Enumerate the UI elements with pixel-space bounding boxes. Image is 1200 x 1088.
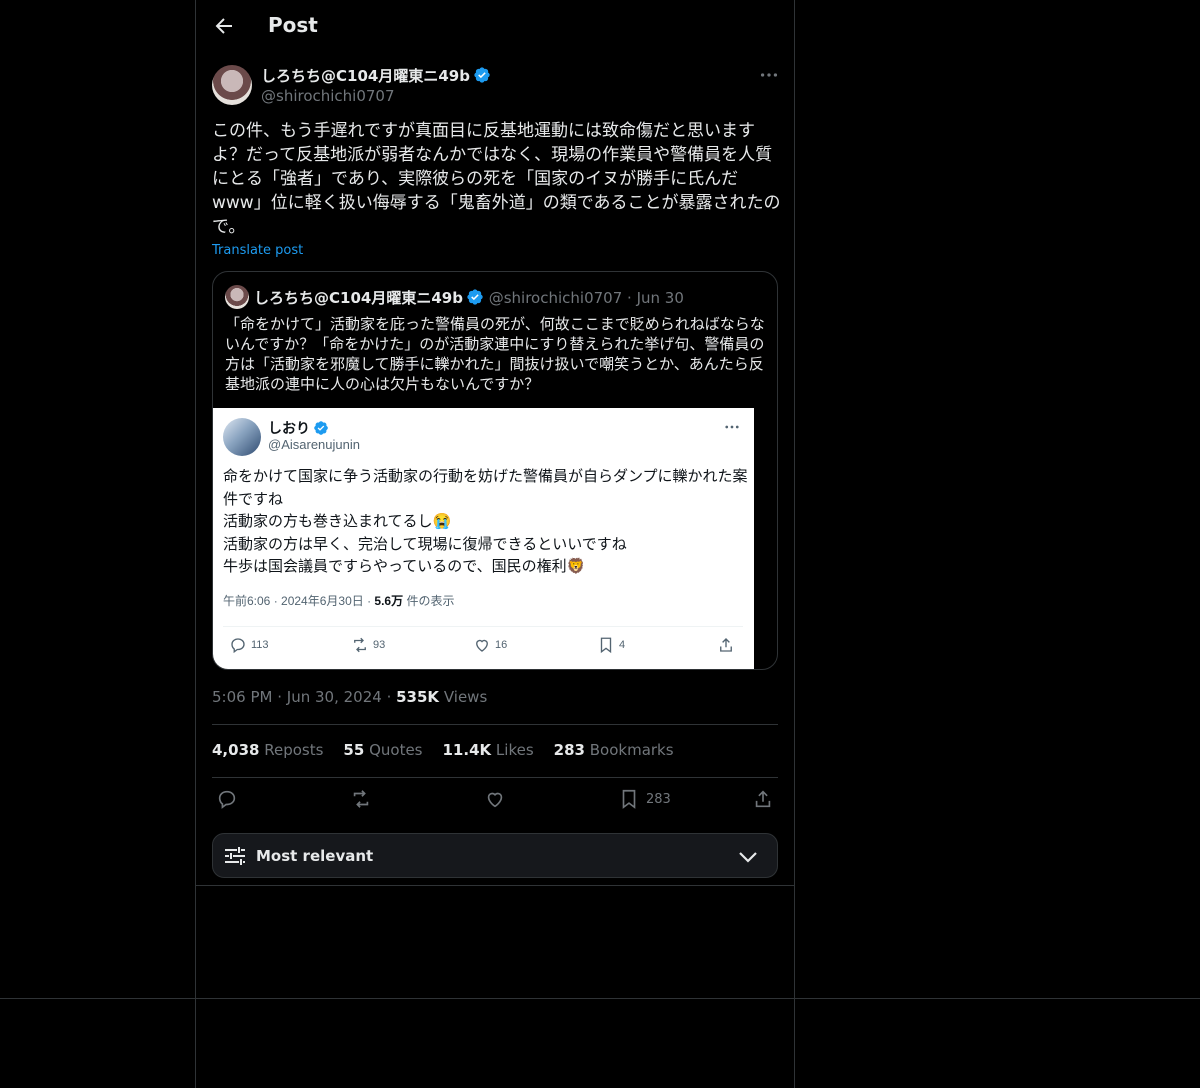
quote-date: Jun 30 [636,289,684,307]
share-button[interactable] [752,788,774,810]
screenshot-repost-count: 93 [373,639,386,651]
screenshot-views-label: 件の表示 [406,594,455,608]
screenshot-share [717,636,735,654]
post-date[interactable]: Jun 30, 2024 [287,688,382,706]
post-time[interactable]: 5:06 PM [212,688,272,706]
stat-reposts[interactable]: 4,038 Reposts [212,741,323,759]
divider [212,724,778,725]
verified-badge-icon [467,289,483,305]
verified-badge-icon [314,421,328,435]
bookmark-count: 283 [646,791,671,807]
reply-button[interactable] [216,788,238,810]
stat-label: Likes [495,741,534,759]
screenshot-views-count: 5.6万 [374,594,404,608]
screenshot-line: 活動家の方は早く、完治して現場に復帰できるといいですね [223,535,627,553]
stat-label: Bookmarks [589,741,674,759]
quote-avatar [225,285,249,309]
stat-count: 4,038 [212,741,260,759]
screenshot-reply: 113 [229,636,269,654]
bookmark-icon [600,637,612,654]
stat-bookmarks[interactable]: 283 Bookmarks [554,741,674,759]
post-action-bar: 283 [212,788,778,816]
divider [0,998,1200,999]
screenshot-time: 午前6:06 · 2024年6月30日 · [223,594,372,608]
repost-button[interactable] [350,788,372,810]
screenshot-bookmark-count: 4 [619,639,626,651]
screenshot-reply-count: 113 [251,639,269,651]
screenshot-like-count: 16 [495,639,508,651]
screenshot-line: 牛歩は国会議員ですらやっているので、国民の権利🦁 [223,558,586,575]
sort-label: Most relevant [256,847,374,865]
stat-label: Quotes [369,741,423,759]
reply-sort-dropdown[interactable]: Most relevant [212,833,778,878]
stat-label: Reposts [264,741,324,759]
stat-count: 55 [343,741,365,759]
repost-icon [353,790,369,808]
screenshot-action-bar: 113 93 16 4 [223,636,743,660]
screenshot-meta: 午前6:06 · 2024年6月30日 · 5.6万 件の表示 [223,592,454,609]
post-text: この件、もう手遅れですが真面目に反基地運動には致命傷だと思いますよ？だって反基地… [212,121,781,237]
screenshot-repost: 93 [351,636,385,654]
author-name[interactable]: しろちち@C104月曜東ニ49b [261,65,491,86]
reply-icon [231,638,245,654]
screenshot-avatar [223,418,261,456]
more-icon[interactable] [758,64,780,86]
quote-separator: · [627,289,637,307]
filter-icon [223,845,247,867]
screenshot-author-name-text: しおり [268,420,310,436]
stat-likes[interactable]: 11.4K Likes [443,741,534,759]
quote-header: しろちち@C104月曜東ニ49b @shirochichi0707 · Jun … [254,287,684,308]
chevron-down-icon [736,845,760,869]
verified-badge-icon [474,67,490,83]
bookmark-icon [622,789,636,809]
views-label: Views [443,688,488,706]
divider [212,777,778,778]
views-count: 535K [396,688,440,706]
author-avatar[interactable] [212,65,252,105]
screenshot-author-name: しおり [268,418,329,438]
quote-author-handle: @shirochichi0707 [488,289,623,307]
more-icon [723,418,741,436]
stat-count: 11.4K [442,741,492,759]
like-icon [487,792,503,808]
column-border-left [195,886,196,1088]
translate-post-link[interactable]: Translate post [212,243,303,258]
timestamp-separator: · [277,688,287,706]
timestamp-separator: · [386,688,397,706]
column-border-right [794,886,795,1088]
divider [223,626,743,627]
share-icon [755,790,771,808]
screenshot-line: 活動家の方も巻き込まれてるし😭 [223,513,452,530]
screenshot-text: 命をかけて国家に争う活動家の行動を妨げた警備員が自らダンプに轢かれた案件ですね … [223,466,748,579]
reply-icon [218,790,236,809]
like-button[interactable] [484,788,506,810]
screenshot-bookmark: 4 [597,636,625,654]
back-arrow-icon[interactable] [212,14,236,38]
screenshot-author-handle: @Aisarenujunin [268,437,360,452]
quoted-post[interactable]: しろちち@C104月曜東ニ49b @shirochichi0707 · Jun … [212,271,778,670]
quote-text: 「命をかけて」活動家を庇った警備員の死が、何故ここまで貶められねばならないんです… [225,315,765,393]
engagement-stats: 4,038 Reposts 55 Quotes 11.4K Likes 283 … [212,741,674,759]
share-icon [720,638,732,652]
author-handle[interactable]: @shirochichi0707 [261,87,395,105]
screenshot-line: 命をかけて国家に争う活動家の行動を妨げた警備員が自らダンプに轢かれた案件ですね [223,468,748,508]
quote-author-name: しろちち@C104月曜東ニ49b [254,289,463,307]
screenshot-like: 16 [473,636,507,654]
repost-icon [354,637,366,653]
stat-quotes[interactable]: 55 Quotes [343,741,422,759]
like-icon [476,639,488,652]
embedded-screenshot: しおり @Aisarenujunin 命をかけて国家に争う活動家の行動を妨げた警… [213,408,754,669]
post-column: Post しろちち@C104月曜東ニ49b @shirochichi0707 こ… [195,0,795,886]
page-title: Post [268,13,318,37]
bookmark-button[interactable]: 283 [618,788,671,810]
post-timestamp: 5:06 PM · Jun 30, 2024 · 535K Views [212,688,487,706]
stat-count: 283 [553,741,585,759]
author-name-text: しろちち@C104月曜東ニ49b [261,67,470,85]
